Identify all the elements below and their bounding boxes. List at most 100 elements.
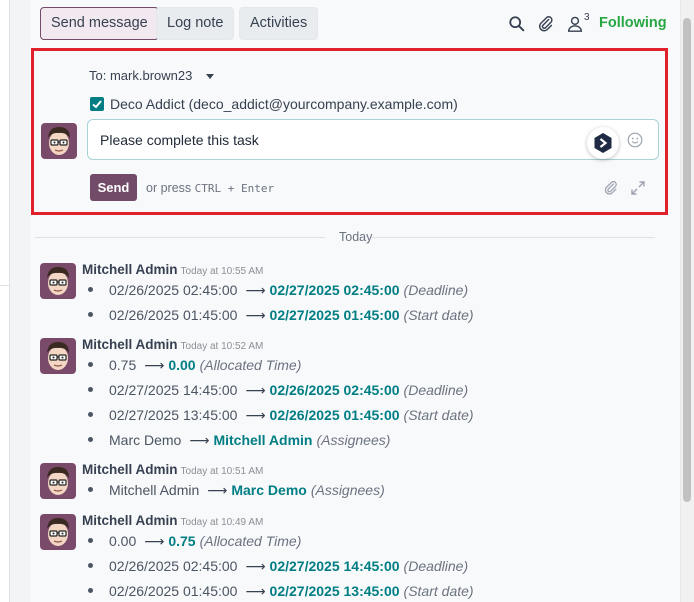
message-header: Mitchell Admin Today at 10:52 AM	[82, 336, 263, 352]
tracking-change: Marc Demo ⟶ Mitchell Admin (Assignees)	[88, 432, 390, 452]
follower-count: 3	[584, 12, 590, 23]
tracking-change: Mitchell Admin ⟶ Marc Demo (Assignees)	[88, 482, 385, 502]
activities-button[interactable]: Activities	[239, 7, 319, 40]
new-value: 02/27/2025 01:45:00	[269, 307, 400, 323]
message-author[interactable]: Mitchell Admin	[82, 262, 178, 277]
chatter-panel: Send message Log note Activities 3 Follo…	[30, 0, 680, 602]
shortcut-hint: or press CTRL + Enter	[146, 181, 274, 195]
following-button[interactable]: Following	[599, 15, 667, 31]
send-button[interactable]: Send	[90, 174, 137, 201]
scrollbar[interactable]	[680, 0, 694, 602]
field-name: (Start date)	[403, 583, 474, 599]
to-label: To:	[89, 68, 107, 83]
date-separator: Today	[35, 230, 655, 246]
avatar[interactable]	[40, 338, 76, 374]
message-author[interactable]: Mitchell Admin	[82, 337, 178, 352]
old-value: 02/27/2025 13:45:00	[109, 407, 238, 423]
field-name: (Assignees)	[316, 432, 391, 448]
bullet-icon	[88, 286, 93, 292]
bullet-icon	[88, 411, 93, 417]
recipient-checkbox[interactable]	[90, 97, 104, 111]
avatar	[41, 123, 77, 159]
field-name: (Deadline)	[403, 382, 469, 398]
recipient-label: Deco Addict (deco_addict@yourcompany.exa…	[110, 96, 458, 112]
message-input[interactable]: Please complete this task	[87, 119, 659, 160]
tracking-change: 02/26/2025 01:45:00 ⟶ 02/27/2025 01:45:00(…	[88, 307, 474, 327]
message-author[interactable]: Mitchell Admin	[82, 513, 178, 528]
field-name: (Assignees)	[310, 482, 385, 498]
tracking-change: 02/26/2025 02:45:00 ⟶ 02/27/2025 14:45:00(…	[88, 558, 468, 578]
search-icon[interactable]	[508, 14, 526, 34]
press-hint-text: or press	[146, 181, 192, 195]
expand-icon[interactable]	[630, 180, 646, 196]
new-value: 02/26/2025 01:45:00	[269, 407, 400, 423]
field-name: (Allocated Time)	[199, 357, 302, 373]
old-value: 0.00	[109, 533, 137, 549]
arrow-right-icon: ⟶	[245, 307, 266, 323]
date-separator-label: Today	[339, 230, 373, 244]
old-value: Marc Demo	[109, 432, 182, 448]
tracking-change: 02/26/2025 02:45:00 ⟶ 02/27/2025 02:45:00(…	[88, 282, 468, 302]
bullet-icon	[88, 562, 93, 568]
tracking-change: 02/27/2025 13:45:00 ⟶ 02/26/2025 01:45:00(…	[88, 407, 474, 427]
old-value: 02/26/2025 01:45:00	[109, 583, 238, 599]
send-message-button[interactable]: Send message	[40, 7, 159, 40]
new-value: 02/27/2025 13:45:00	[269, 583, 400, 599]
message-header: Mitchell Admin Today at 10:51 AM	[82, 461, 263, 477]
avatar[interactable]	[40, 463, 76, 499]
arrow-right-icon: ⟶	[245, 407, 266, 423]
recipient-row: Deco Addict (deco_addict@yourcompany.exa…	[90, 96, 458, 112]
message-composer: To: mark.brown23 Deco Addict (deco_addic…	[31, 48, 668, 215]
smiley-icon[interactable]	[627, 132, 643, 148]
arrow-right-icon: ⟶	[144, 357, 165, 373]
new-value: Marc Demo	[231, 482, 307, 498]
to-value: mark.brown23	[109, 68, 193, 83]
bullet-icon	[88, 537, 93, 543]
avatar[interactable]	[40, 263, 76, 299]
check-icon	[92, 100, 102, 109]
message-time: Today at 10:49 AM	[180, 517, 264, 528]
tracking-change: 0.00 ⟶ 0.75 (Allocated Time)	[88, 533, 301, 553]
field-name: (Deadline)	[403, 558, 469, 574]
bullet-icon	[88, 486, 93, 492]
field-name: (Allocated Time)	[199, 533, 302, 549]
old-value: Mitchell Admin	[109, 482, 200, 498]
tracking-change: 0.75 ⟶ 0.00 (Allocated Time)	[88, 357, 301, 377]
new-value: Mitchell Admin	[213, 432, 313, 448]
log-note-button[interactable]: Log note	[156, 7, 235, 40]
message-header: Mitchell Admin Today at 10:49 AM	[82, 512, 263, 528]
field-name: (Deadline)	[403, 282, 469, 298]
message-time: Today at 10:55 AM	[180, 266, 264, 277]
chevron-down-icon[interactable]	[205, 74, 214, 80]
user-icon[interactable]	[566, 14, 584, 34]
arrow-right-icon: ⟶	[245, 558, 266, 574]
new-value: 02/27/2025 02:45:00	[269, 282, 400, 298]
new-value: 02/26/2025 02:45:00	[269, 382, 400, 398]
bullet-icon	[88, 311, 93, 317]
to-recipient-selector[interactable]: To: mark.brown23	[89, 68, 214, 83]
bullet-icon	[88, 361, 93, 367]
arrow-right-icon: ⟶	[245, 282, 266, 298]
arrow-right-icon: ⟶	[189, 432, 210, 448]
ai-assistant-button[interactable]	[587, 127, 619, 159]
bullet-icon	[88, 436, 93, 442]
user-avatar-icon	[40, 463, 76, 499]
paperclip-icon[interactable]	[537, 14, 555, 34]
old-value: 02/26/2025 01:45:00	[109, 307, 238, 323]
field-name: (Start date)	[403, 307, 474, 323]
new-value: 0.75	[168, 533, 196, 549]
paperclip-icon[interactable]	[603, 180, 619, 196]
old-value: 02/26/2025 02:45:00	[109, 558, 238, 574]
chatter-topbar: Send message Log note Activities 3 Follo…	[30, 0, 680, 48]
arrow-right-icon: ⟶	[245, 583, 266, 599]
message-time: Today at 10:51 AM	[180, 466, 264, 477]
new-value: 02/27/2025 14:45:00	[269, 558, 400, 574]
old-value: 02/26/2025 02:45:00	[109, 282, 238, 298]
scrollbar-thumb[interactable]	[683, 18, 691, 502]
arrow-right-icon: ⟶	[207, 482, 228, 498]
old-value: 0.75	[109, 357, 137, 373]
message-author[interactable]: Mitchell Admin	[82, 462, 178, 477]
old-value: 02/27/2025 14:45:00	[109, 382, 238, 398]
bullet-icon	[88, 386, 93, 392]
avatar[interactable]	[40, 514, 76, 550]
